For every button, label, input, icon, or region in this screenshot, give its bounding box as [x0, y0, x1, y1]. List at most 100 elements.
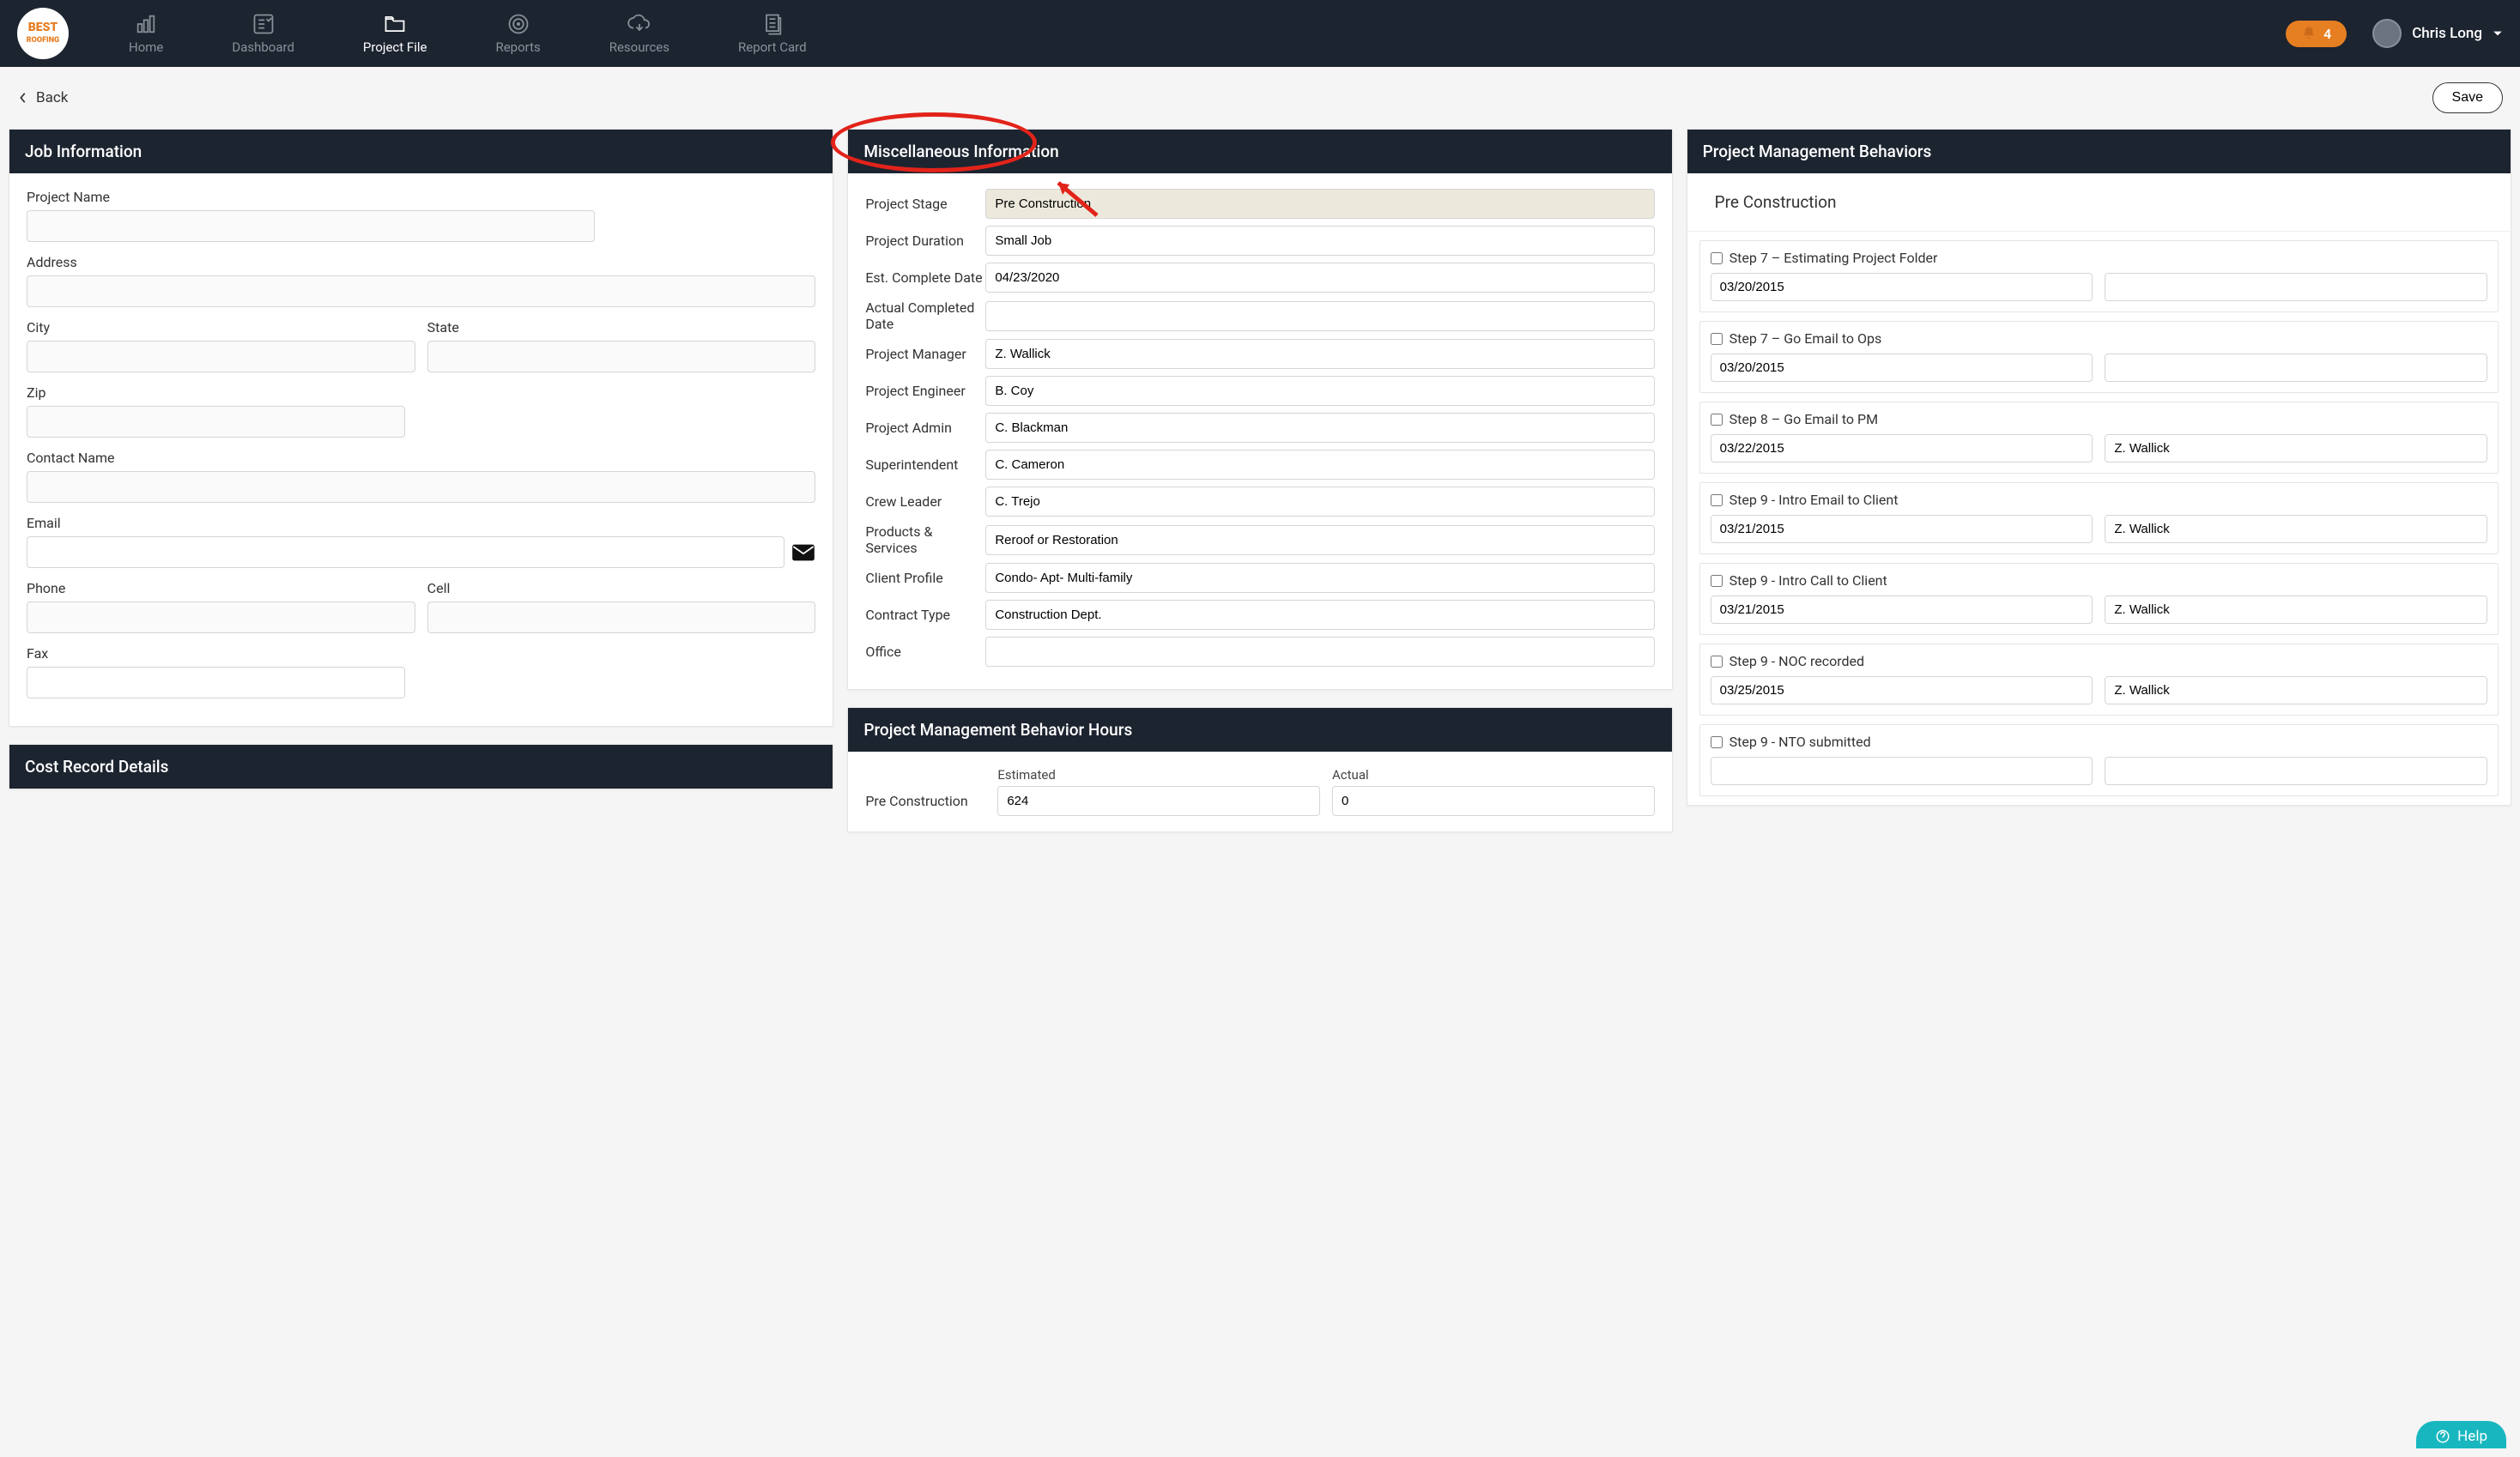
zip-label: Zip — [27, 384, 405, 401]
step-label: Step 9 - Intro Call to Client — [1729, 572, 1887, 589]
address-label: Address — [27, 254, 815, 270]
avatar — [2372, 19, 2402, 48]
project-name-input[interactable] — [27, 210, 595, 242]
city-input[interactable] — [27, 341, 415, 372]
middle-column: Miscellaneous Information Project Stage … — [847, 129, 1672, 832]
step-date-input[interactable] — [1711, 354, 2093, 382]
phone-input[interactable] — [27, 602, 415, 633]
step-checkbox[interactable] — [1711, 414, 1723, 426]
left-column: Job Information Project Name Address Cit… — [9, 129, 833, 789]
step-checkbox[interactable] — [1711, 656, 1723, 668]
step-who-input[interactable] — [2105, 434, 2487, 462]
step-checkbox[interactable] — [1711, 494, 1723, 506]
back-label: Back — [36, 89, 68, 106]
step-who-input[interactable] — [2105, 354, 2487, 382]
job-info-title: Job Information — [9, 130, 833, 173]
step-who-input[interactable] — [2105, 273, 2487, 301]
client-profile-input[interactable] — [985, 563, 1654, 593]
step-checkbox[interactable] — [1711, 575, 1723, 587]
step-who-input[interactable] — [2105, 676, 2487, 704]
project-manager-label: Project Manager — [865, 346, 985, 362]
nav-project-file[interactable]: Project File — [329, 5, 462, 62]
nav-dashboard[interactable]: Dashboard — [197, 5, 329, 62]
products-input[interactable] — [985, 525, 1654, 555]
step-checkbox[interactable] — [1711, 252, 1723, 264]
nav-project-file-label: Project File — [363, 39, 427, 55]
actual-complete-input[interactable] — [985, 301, 1654, 331]
actual-complete-label: Actual Completed Date — [865, 299, 985, 332]
project-manager-input[interactable] — [985, 339, 1654, 369]
nav-reports-label: Reports — [495, 39, 540, 55]
step-date-input[interactable] — [1711, 515, 2093, 543]
contact-name-input[interactable] — [27, 471, 815, 503]
pmbh-row1-act[interactable] — [1332, 786, 1655, 816]
bell-icon — [2301, 26, 2317, 41]
save-button[interactable]: Save — [2432, 82, 2503, 113]
project-duration-label: Project Duration — [865, 233, 985, 249]
logo-text: BESTROOFING — [27, 22, 59, 44]
email-input[interactable] — [27, 536, 784, 568]
behaviors-panel: Project Management Behaviors Pre Constru… — [1687, 129, 2511, 806]
step-date-input[interactable] — [1711, 434, 2093, 462]
step-label: Step 8 – Go Email to PM — [1729, 411, 1878, 427]
folder-icon — [383, 12, 407, 36]
back-button[interactable]: Back — [17, 89, 68, 106]
behaviors-title: Project Management Behaviors — [1687, 130, 2511, 173]
crew-leader-input[interactable] — [985, 487, 1654, 517]
state-label: State — [427, 319, 816, 336]
nav-reports[interactable]: Reports — [461, 5, 574, 62]
pmbh-row1-est[interactable] — [997, 786, 1320, 816]
step-label: Step 7 – Estimating Project Folder — [1729, 250, 1938, 266]
step-who-input[interactable] — [2105, 757, 2487, 785]
behaviors-stage: Pre Construction — [1687, 173, 2511, 232]
address-input[interactable] — [27, 275, 815, 307]
step-who-input[interactable] — [2105, 595, 2487, 624]
help-icon — [2435, 1429, 2450, 1444]
step-date-input[interactable] — [1711, 595, 2093, 624]
email-label: Email — [27, 515, 815, 531]
step-date-input[interactable] — [1711, 273, 2093, 301]
step-checkbox[interactable] — [1711, 333, 1723, 345]
contract-type-input[interactable] — [985, 600, 1654, 630]
logo[interactable]: BESTROOFING — [17, 8, 69, 59]
step-label: Step 7 – Go Email to Ops — [1729, 330, 1882, 347]
state-input[interactable] — [427, 341, 816, 372]
cell-input[interactable] — [427, 602, 816, 633]
step-checkbox[interactable] — [1711, 736, 1723, 748]
step-item: Step 7 – Go Email to Ops — [1699, 321, 2499, 393]
city-label: City — [27, 319, 415, 336]
caret-down-icon — [2493, 28, 2503, 39]
notification-pill[interactable]: 4 — [2286, 21, 2347, 47]
step-label: Step 9 - NOC recorded — [1729, 653, 1864, 669]
nav-resources[interactable]: Resources — [575, 5, 704, 62]
mail-icon[interactable] — [791, 543, 815, 562]
zip-input[interactable] — [27, 406, 405, 438]
step-item: Step 8 – Go Email to PM — [1699, 402, 2499, 474]
project-admin-input[interactable] — [985, 413, 1654, 443]
dashboard-icon — [251, 12, 276, 36]
chevron-left-icon — [17, 92, 29, 104]
fax-input[interactable] — [27, 667, 405, 698]
superintendent-input[interactable] — [985, 450, 1654, 480]
pmbh-panel: Project Management Behavior Hours Estima… — [847, 707, 1672, 832]
project-duration-input[interactable] — [985, 226, 1654, 256]
step-who-input[interactable] — [2105, 515, 2487, 543]
contract-type-label: Contract Type — [865, 607, 985, 623]
nav-report-card[interactable]: Report Card — [704, 5, 841, 62]
pmbh-act-header: Actual — [1332, 767, 1655, 783]
est-complete-input[interactable] — [985, 263, 1654, 293]
nav-home[interactable]: Home — [94, 5, 197, 62]
step-item: Step 7 – Estimating Project Folder — [1699, 240, 2499, 312]
job-info-panel: Job Information Project Name Address Cit… — [9, 129, 833, 727]
user-menu[interactable]: Chris Long — [2372, 19, 2503, 48]
cost-record-panel: Cost Record Details — [9, 744, 833, 789]
project-stage-input — [985, 189, 1654, 219]
step-date-input[interactable] — [1711, 676, 2093, 704]
home-icon — [134, 12, 158, 36]
office-input[interactable] — [985, 637, 1654, 667]
step-date-input[interactable] — [1711, 757, 2093, 785]
target-icon — [506, 12, 530, 36]
right-column: Project Management Behaviors Pre Constru… — [1687, 129, 2511, 806]
help-widget[interactable]: Help — [2416, 1421, 2506, 1448]
project-engineer-input[interactable] — [985, 376, 1654, 406]
